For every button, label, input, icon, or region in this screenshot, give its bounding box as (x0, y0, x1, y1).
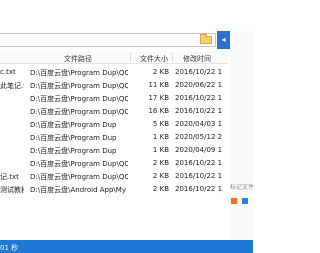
column-path[interactable]: 文件路径 (64, 54, 92, 64)
list-header: 文件路径 文件大小 修改时间 (0, 52, 228, 64)
file-modified: 2020/05/12 2 (175, 133, 223, 141)
file-modified: 2016/10/22 1 (175, 185, 223, 193)
folder-icon[interactable] (200, 34, 212, 44)
file-modified: 2016/10/22 1 (175, 159, 223, 167)
file-path: D:\百度云盘\Program Dup\QQDu (30, 160, 128, 168)
status-text: 01 秒 (0, 244, 19, 252)
file-size: 11 KB (148, 81, 169, 89)
file-name: 此笔记.txt (0, 82, 24, 90)
file-path: D:\百度云盘\Program Dup\QQDu (30, 108, 128, 116)
status-bar: 01 秒 (0, 240, 253, 253)
side-panel-label: 标记文件 (230, 184, 255, 191)
file-path: D:\百度云盘\Program Dup\QQDu (30, 95, 128, 103)
file-modified: 2016/10/22 1 (175, 68, 223, 76)
file-size: 1 KB (152, 146, 169, 154)
column-divider[interactable] (172, 53, 173, 62)
side-panel (230, 31, 253, 253)
file-size: 2 KB (152, 159, 169, 167)
path-input[interactable] (0, 33, 216, 47)
file-modified: 2016/10/22 1 (175, 172, 223, 180)
file-path: D:\百度云盘\Android App\My An (30, 186, 128, 194)
file-path: D:\百度云盘\Program Dup\QQDu (30, 82, 128, 90)
table-row[interactable]: 记.txt D:\百度云盘\Program Dup\QQDu 2 KB 2016… (0, 170, 228, 182)
file-modified: 2016/10/22 1 (175, 94, 223, 102)
file-path: D:\百度云盘\Program Dup (30, 134, 117, 142)
column-modified[interactable]: 修改时间 (183, 54, 211, 64)
file-path: D:\百度云盘\Program Dup (30, 147, 117, 155)
orange-marker[interactable] (231, 198, 237, 204)
file-size: 16 KB (148, 107, 169, 115)
blue-marker[interactable] (242, 198, 248, 204)
column-size[interactable]: 文件大小 (140, 54, 168, 64)
file-path: D:\百度云盘\Program Dup\QQDu (30, 173, 128, 181)
side-toggle-button[interactable]: ◂ (217, 31, 230, 49)
table-row[interactable]: 此笔记.txt D:\百度云盘\Program Dup\QQDu 11 KB 2… (0, 79, 228, 91)
file-path: D:\百度云盘\Program Dup (30, 121, 117, 129)
table-row[interactable]: D:\百度云盘\Program Dup\QQDu 16 KB 2016/10/2… (0, 105, 228, 117)
file-name: c.txt (0, 68, 16, 76)
file-size: 2 KB (152, 172, 169, 180)
file-path: D:\百度云盘\Program Dup\QQDu (30, 69, 128, 77)
file-name: 测试教程... (0, 186, 24, 194)
file-size: 2 KB (152, 185, 169, 193)
table-row[interactable]: D:\百度云盘\Program Dup 1 KB 2020/05/12 2 (0, 131, 228, 143)
table-row[interactable]: D:\百度云盘\Program Dup\QQDu 17 KB 2016/10/2… (0, 92, 228, 104)
chevron-left-icon: ◂ (221, 35, 226, 44)
table-row[interactable]: D:\百度云盘\Program Dup\QQDu 2 KB 2016/10/22… (0, 157, 228, 169)
file-list: 文件路径 文件大小 修改时间 c.txt D:\百度云盘\Program Dup… (0, 52, 228, 232)
file-modified: 2016/10/22 1 (175, 107, 223, 115)
file-modified: 2020/04/03 1 (175, 120, 223, 128)
top-area (0, 0, 253, 30)
file-name: 记.txt (0, 173, 19, 181)
table-row[interactable]: c.txt D:\百度云盘\Program Dup\QQDu 2 KB 2016… (0, 66, 228, 78)
file-modified: 2020/06/22 1 (175, 81, 223, 89)
file-size: 1 KB (152, 133, 169, 141)
table-row[interactable]: 测试教程... D:\百度云盘\Android App\My An 2 KB 2… (0, 183, 228, 195)
file-size: 5 KB (152, 120, 169, 128)
column-divider[interactable] (130, 53, 131, 62)
file-modified: 2020/04/09 1 (175, 146, 223, 154)
file-size: 17 KB (148, 94, 169, 102)
file-size: 2 KB (152, 68, 169, 76)
table-row[interactable]: D:\百度云盘\Program Dup 5 KB 2020/04/03 1 (0, 118, 228, 130)
table-row[interactable]: D:\百度云盘\Program Dup 1 KB 2020/04/09 1 (0, 144, 228, 156)
